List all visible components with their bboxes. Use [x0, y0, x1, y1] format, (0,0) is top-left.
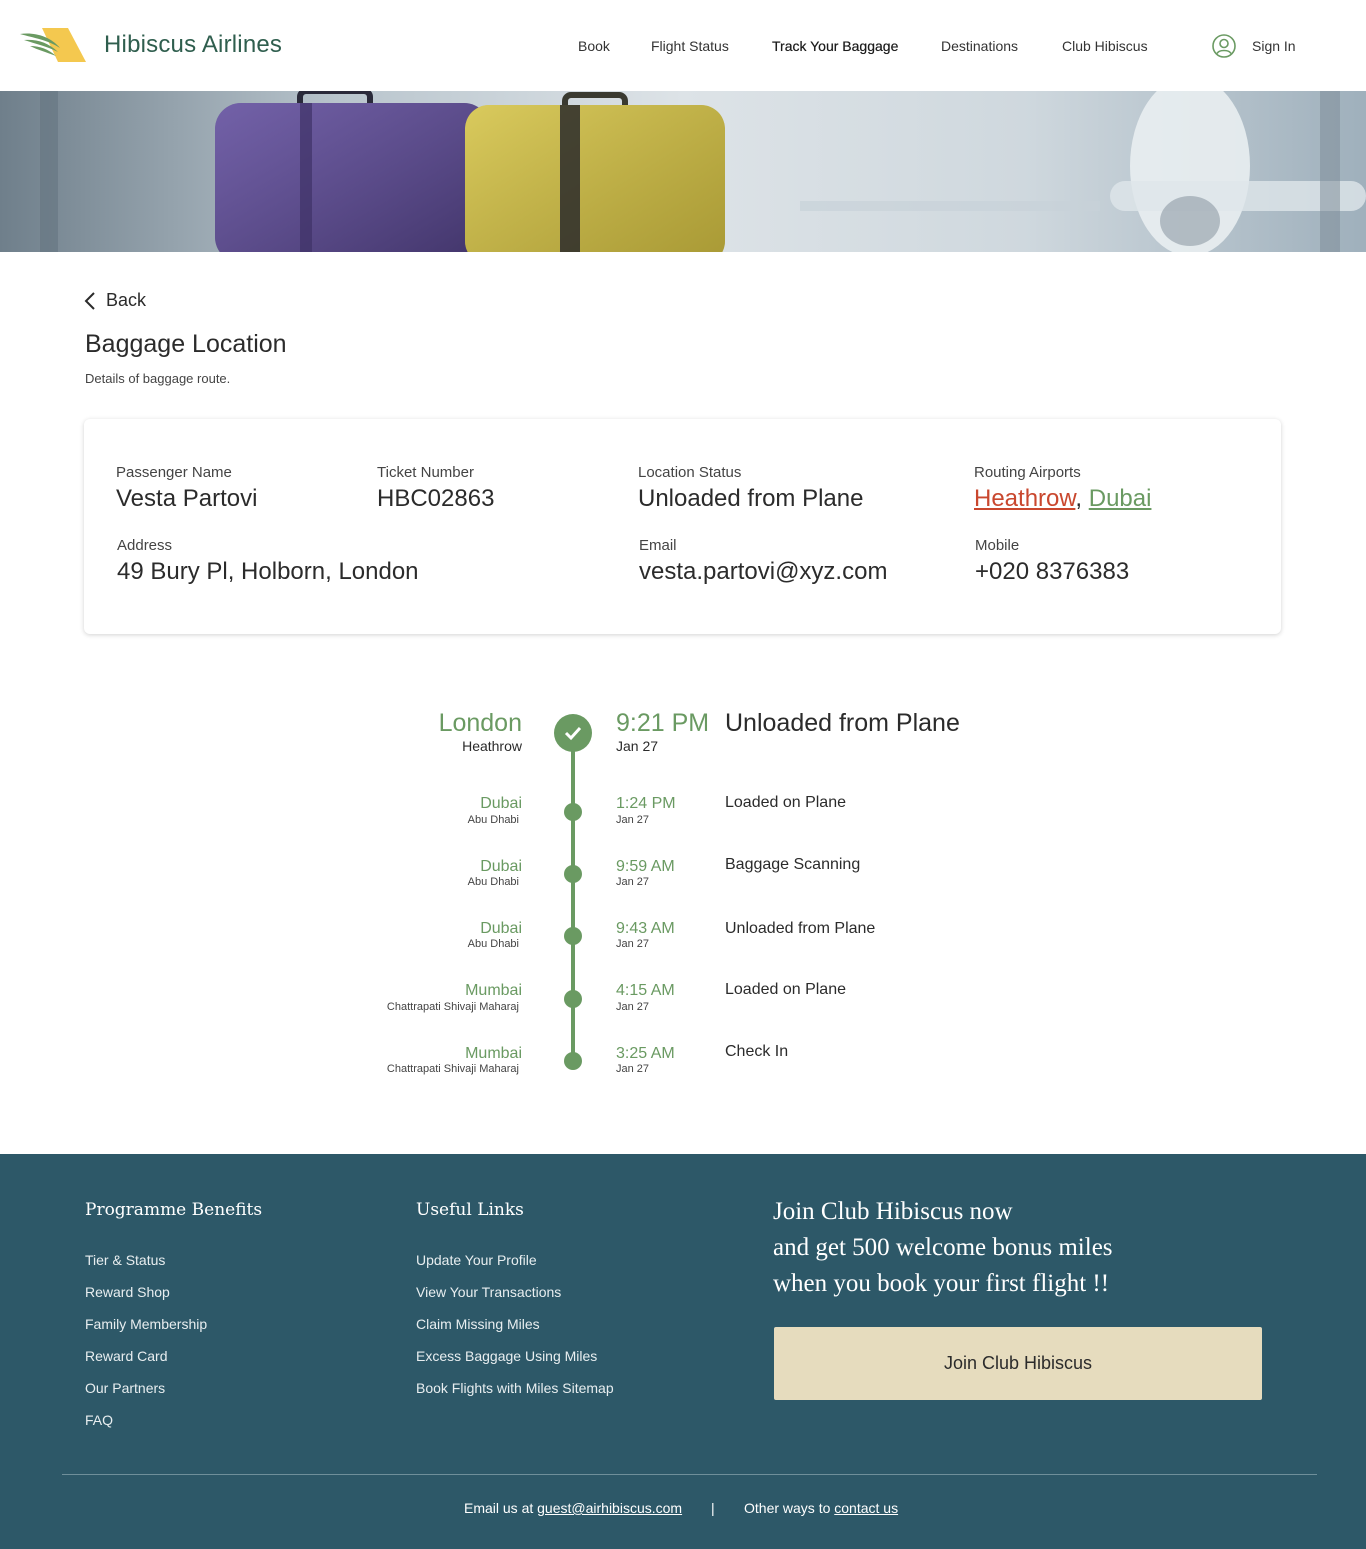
timeline-time: 3:25 AM — [616, 1045, 675, 1062]
contact-us-link[interactable]: contact us — [834, 1500, 898, 1516]
footer-divider — [62, 1474, 1317, 1475]
footer-link-update-profile[interactable]: Update Your Profile — [416, 1252, 537, 1268]
chevron-left-icon — [84, 291, 95, 310]
footer-link-faq[interactable]: FAQ — [85, 1412, 113, 1428]
site-footer: Programme Benefits Tier & Status Reward … — [0, 1154, 1366, 1549]
timeline-status: Baggage Scanning — [725, 856, 861, 873]
timeline-time: 1:24 PM — [616, 795, 676, 812]
site-header: Hibiscus Airlines Book Flight Status Tra… — [0, 0, 1366, 91]
email-label: Email — [639, 537, 677, 554]
route-separator: , — [1075, 485, 1083, 512]
baggage-details-card: Passenger Name Vesta Partovi Ticket Numb… — [84, 419, 1281, 634]
timeline-date: Jan 27 — [616, 738, 659, 754]
promo-line: Join Club Hibiscus now — [773, 1198, 1013, 1225]
timeline-dot — [564, 803, 582, 821]
hero-baggage-image — [0, 91, 1366, 252]
timeline-status: Check In — [725, 1043, 789, 1060]
hibiscus-logo-icon[interactable] — [20, 28, 86, 64]
footer-email-link[interactable]: guest@airhibiscus.com — [537, 1500, 682, 1516]
promo-line: when you book your first flight !! — [773, 1270, 1110, 1297]
route-link-heathrow[interactable]: Heathrow — [974, 485, 1075, 512]
timeline-status: Loaded on Plane — [725, 794, 846, 811]
ticket-number-value: HBC02863 — [377, 485, 495, 512]
location-status-value: Unloaded from Plane — [638, 485, 864, 512]
timeline-city: Dubai — [480, 795, 522, 812]
promo-line: and get 500 welcome bonus miles — [773, 1234, 1113, 1261]
footer-link-view-transactions[interactable]: View Your Transactions — [416, 1284, 561, 1300]
user-circle-icon[interactable] — [1212, 34, 1236, 58]
timeline-dot — [564, 990, 582, 1008]
nav-book[interactable]: Book — [578, 38, 610, 54]
timeline-airport: Chattrapati Shivaji Maharaj — [386, 1063, 519, 1075]
timeline-airport: Heathrow — [462, 738, 522, 754]
route-link-dubai[interactable]: Dubai — [1089, 485, 1152, 512]
timeline-city: London — [438, 709, 522, 737]
sign-in-link[interactable]: Sign In — [1252, 38, 1296, 54]
timeline-date: Jan 27 — [616, 1001, 650, 1013]
nav-track-your-baggage[interactable]: Track Your Baggage — [772, 38, 898, 54]
back-button[interactable]: Back — [84, 290, 146, 311]
timeline-time: 9:43 AM — [616, 920, 675, 937]
footer-link-book-flights-miles[interactable]: Book Flights with Miles Sitemap — [416, 1380, 614, 1396]
hero-illustration — [40, 91, 1366, 252]
timeline-dot — [564, 927, 582, 945]
timeline-airport: Abu Dhabi — [467, 814, 519, 826]
timeline-date: Jan 27 — [616, 938, 650, 950]
timeline-status: Unloaded from Plane — [725, 920, 876, 937]
timeline-airport: Abu Dhabi — [467, 876, 519, 888]
footer-separator: | — [711, 1500, 715, 1516]
footer-link-reward-shop[interactable]: Reward Shop — [85, 1284, 170, 1300]
page-subtitle: Details of baggage route. — [85, 371, 231, 386]
mobile-value: +020 8376383 — [975, 558, 1130, 585]
contact-prefix: Other ways to — [744, 1500, 831, 1516]
timeline-city: Mumbai — [465, 982, 522, 999]
club-promo-text: Join Club Hibiscus now and get 500 welco… — [773, 1194, 1113, 1302]
footer-link-excess-baggage[interactable]: Excess Baggage Using Miles — [416, 1348, 597, 1364]
location-status-label: Location Status — [638, 464, 742, 481]
timeline-status: Unloaded from Plane — [725, 709, 960, 737]
footer-link-reward-card[interactable]: Reward Card — [85, 1348, 167, 1364]
back-label: Back — [106, 290, 147, 310]
footer-link-claim-missing-miles[interactable]: Claim Missing Miles — [416, 1316, 540, 1332]
timeline-status: Loaded on Plane — [725, 981, 846, 998]
routing-airports-label: Routing Airports — [974, 464, 1081, 481]
passenger-name-label: Passenger Name — [116, 464, 232, 481]
timeline-date: Jan 27 — [616, 876, 650, 888]
check-circle-icon — [554, 714, 592, 752]
routing-airports-value: Heathrow, Dubai — [974, 485, 1151, 513]
nav-club-hibiscus[interactable]: Club Hibiscus — [1062, 38, 1148, 54]
nav-flight-status[interactable]: Flight Status — [651, 38, 729, 54]
timeline-time: 9:59 AM — [616, 858, 675, 875]
timeline-dot — [564, 865, 582, 883]
ticket-number-label: Ticket Number — [377, 464, 474, 481]
timeline-city: Mumbai — [465, 1045, 522, 1062]
footer-link-our-partners[interactable]: Our Partners — [85, 1380, 165, 1396]
footer-contact: Other ways to contact us — [744, 1500, 898, 1516]
footer-link-tier-status[interactable]: Tier & Status — [85, 1252, 165, 1268]
address-label: Address — [117, 537, 173, 554]
timeline-airport: Abu Dhabi — [467, 938, 519, 950]
passenger-name-value: Vesta Partovi — [116, 485, 258, 512]
timeline-city: Dubai — [480, 858, 522, 875]
footer-link-family-membership[interactable]: Family Membership — [85, 1316, 207, 1332]
useful-links-heading: Useful Links — [416, 1200, 524, 1220]
timeline-airport: Chattrapati Shivaji Maharaj — [386, 1001, 519, 1013]
nav-destinations[interactable]: Destinations — [941, 38, 1018, 54]
email-value: vesta.partovi@xyz.com — [639, 558, 888, 585]
email-prefix: Email us at — [464, 1500, 534, 1516]
timeline-date: Jan 27 — [616, 1063, 650, 1075]
mobile-label: Mobile — [975, 537, 1020, 554]
brand-name[interactable]: Hibiscus Airlines — [104, 31, 282, 59]
timeline-time: 4:15 AM — [616, 982, 675, 999]
footer-email: Email us at guest@airhibiscus.com — [464, 1500, 682, 1516]
timeline-line — [571, 745, 575, 1063]
timeline-city: Dubai — [480, 920, 522, 937]
benefits-heading: Programme Benefits — [85, 1200, 263, 1220]
join-club-button[interactable]: Join Club Hibiscus — [774, 1327, 1262, 1400]
timeline-time: 9:21 PM — [616, 709, 710, 737]
timeline-date: Jan 27 — [616, 814, 650, 826]
timeline-dot — [564, 1052, 582, 1070]
page-title: Baggage Location — [85, 330, 287, 358]
address-value: 49 Bury Pl, Holborn, London — [117, 558, 419, 585]
